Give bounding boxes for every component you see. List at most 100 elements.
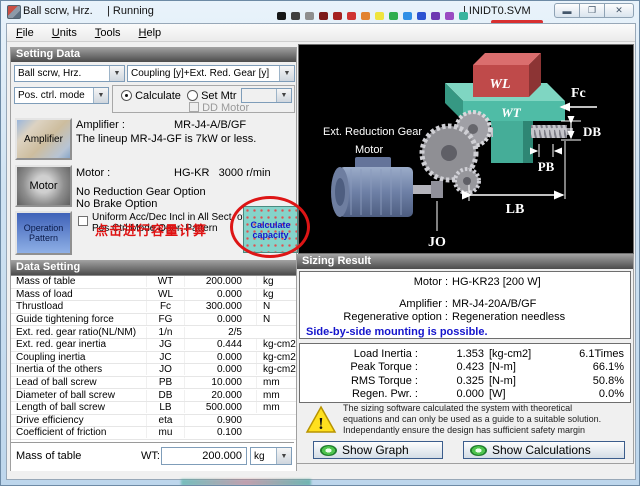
diagram-ext-gear-label: Ext. Reduction Gear [323, 126, 422, 138]
menu-bar: File Units Tools Help [7, 24, 635, 42]
motor-note-1: No Reduction Gear Option [76, 186, 206, 198]
show-calculations-button[interactable]: Show Calculations [463, 441, 625, 459]
control-mode-combo[interactable]: Pos. ctrl. mode ▼ [14, 87, 109, 104]
menu-units[interactable]: Units [43, 25, 86, 41]
row-label: Mass of table [11, 276, 146, 287]
row-symbol: 1/n [146, 327, 184, 338]
amplifier-label: Amplifier : [76, 119, 125, 131]
show-graph-label: Show Graph [342, 443, 409, 457]
row-label: Diameter of ball screw [11, 390, 146, 401]
table-row[interactable]: Coefficient of friction mu 0.100 [11, 427, 296, 440]
window-controls: ▬ ❐ ✕ [555, 3, 634, 18]
metric-value: 1.353 [418, 348, 484, 360]
metric-label: Regen. Pwr. : [300, 388, 418, 400]
chevron-down-icon[interactable]: ▼ [93, 88, 108, 103]
metric-unit: [N-m] [484, 361, 558, 373]
chevron-down-icon[interactable]: ▼ [279, 66, 294, 81]
close-button[interactable]: ✕ [604, 3, 634, 18]
menu-file[interactable]: File [7, 25, 43, 41]
row-unit: mm [256, 402, 296, 413]
metric-unit: [W] [484, 388, 558, 400]
dd-motor-checkbox: DD Motor [189, 102, 249, 114]
show-graph-button[interactable]: Show Graph [313, 441, 443, 459]
amplifier-button[interactable]: Amplifier [15, 118, 72, 160]
result-amp-label: Amplifier : [300, 298, 448, 311]
set-mtr-radio[interactable]: Set Mtr [187, 90, 237, 102]
table-row[interactable]: Length of ball screw LB 500.000 mm [11, 402, 296, 415]
row-symbol: JC [146, 352, 184, 363]
row-unit: N [256, 314, 296, 325]
row-symbol: eta [146, 415, 184, 426]
table-row[interactable]: Coupling inertia JC 0.000 kg-cm2 [11, 352, 296, 365]
radio-icon[interactable] [187, 90, 198, 101]
row-symbol: JG [146, 339, 184, 350]
chevron-down-icon: ▼ [276, 89, 291, 102]
row-value: 0.900 [184, 415, 256, 426]
annotation-hint-text: 点击进行容量计算 [95, 220, 207, 239]
uniform-accdec-checkbox[interactable] [78, 216, 88, 226]
result-regen-value: Regeneration needless [448, 311, 630, 324]
table-row[interactable]: Lead of ball screw PB 10.000 mm [11, 377, 296, 390]
title-bar[interactable]: Ball scrw, Hrz. | Running | INIDT0.SVM ▬… [1, 1, 640, 23]
edit-unit-value: kg [251, 451, 276, 462]
calculate-capacity-button[interactable]: Calculate capacity [243, 206, 298, 253]
metric-label: RMS Torque : [300, 375, 418, 387]
row-label: Thrustload [11, 301, 146, 312]
warning-line-2: equations and can only be used as a guid… [343, 414, 625, 425]
minimize-button[interactable]: ▬ [554, 3, 580, 18]
table-row[interactable]: Inertia of the others JO 0.000 kg-cm2 [11, 364, 296, 377]
window-filename: | INIDT0.SVM [463, 5, 531, 17]
row-symbol: DB [146, 390, 184, 401]
calculate-radio[interactable]: Calculate [121, 90, 181, 102]
radio-icon[interactable] [121, 90, 132, 101]
row-value: 200.000 [184, 276, 256, 287]
motor-select-combo[interactable]: ▼ [241, 88, 292, 103]
table-row[interactable]: Ext. red. gear inertia JG 0.444 kg-cm2 [11, 339, 296, 352]
table-row[interactable]: Drive efficiency eta 0.900 [11, 415, 296, 428]
desktop-smudge [181, 479, 311, 486]
diagram-lb-label: LB [506, 202, 525, 217]
sizing-result-section: Sizing Result Motor : HG-KR23 [200 W] Am… [296, 254, 634, 464]
metric-value: 0.423 [418, 361, 484, 373]
row-unit: kg-cm2 [256, 352, 296, 363]
row-value: 0.000 [184, 364, 256, 375]
warning-glyph: ! [318, 414, 324, 433]
edit-value-input[interactable] [161, 447, 247, 465]
mechanism-combo[interactable]: Ball scrw, Hrz. ▼ [14, 65, 125, 82]
row-unit: mm [256, 377, 296, 388]
row-label: Lead of ball screw [11, 377, 146, 388]
row-value: 0.000 [184, 352, 256, 363]
chevron-down-icon[interactable]: ▼ [276, 448, 291, 464]
row-value: 10.000 [184, 377, 256, 388]
table-row[interactable]: Diameter of ball screw DB 20.000 mm [11, 389, 296, 402]
chevron-down-icon[interactable]: ▼ [109, 66, 124, 81]
metric-label: Peak Torque : [300, 361, 418, 373]
operation-pattern-button[interactable]: Operation Pattern [15, 211, 72, 255]
warning-text: The sizing software calculated the syste… [343, 403, 625, 436]
coupling-combo-value: Coupling [y]+Ext. Red. Gear [y] [128, 68, 279, 79]
row-label: Guide tightening force [11, 314, 146, 325]
diagram-wl-label: WL [490, 77, 511, 92]
table-row[interactable]: Mass of table WT 200.000 kg [11, 276, 296, 289]
table-row[interactable]: Thrustload Fc 300.000 N [11, 301, 296, 314]
motor-label: Motor : [76, 167, 110, 179]
mounting-note: Side-by-side mounting is possible. [300, 324, 630, 338]
result-regen-label: Regenerative option : [300, 311, 448, 324]
row-unit: mm [256, 390, 296, 401]
diagram-db-label: DB [583, 124, 601, 139]
metric-value: 0.325 [418, 375, 484, 387]
motor-button[interactable]: Motor [15, 165, 72, 207]
warning-icon: ! [305, 405, 337, 435]
show-calculations-label: Show Calculations [492, 443, 591, 457]
calculate-radio-label: Calculate [135, 90, 181, 102]
coupling-combo[interactable]: Coupling [y]+Ext. Red. Gear [y] ▼ [127, 65, 295, 82]
table-row[interactable]: Ext. red. gear ratio(NL/NM) 1/n 2/5 [11, 326, 296, 339]
edit-unit-combo[interactable]: kg ▼ [250, 447, 292, 465]
restore-button[interactable]: ❐ [579, 3, 605, 18]
table-row[interactable]: Guide tightening force FG 0.000 N [11, 314, 296, 327]
menu-help[interactable]: Help [130, 25, 171, 41]
table-row[interactable]: Mass of load WL 0.000 kg [11, 289, 296, 302]
row-symbol: PB [146, 377, 184, 388]
menu-tools[interactable]: Tools [86, 25, 130, 41]
warning-line-1: The sizing software calculated the syste… [343, 403, 625, 414]
